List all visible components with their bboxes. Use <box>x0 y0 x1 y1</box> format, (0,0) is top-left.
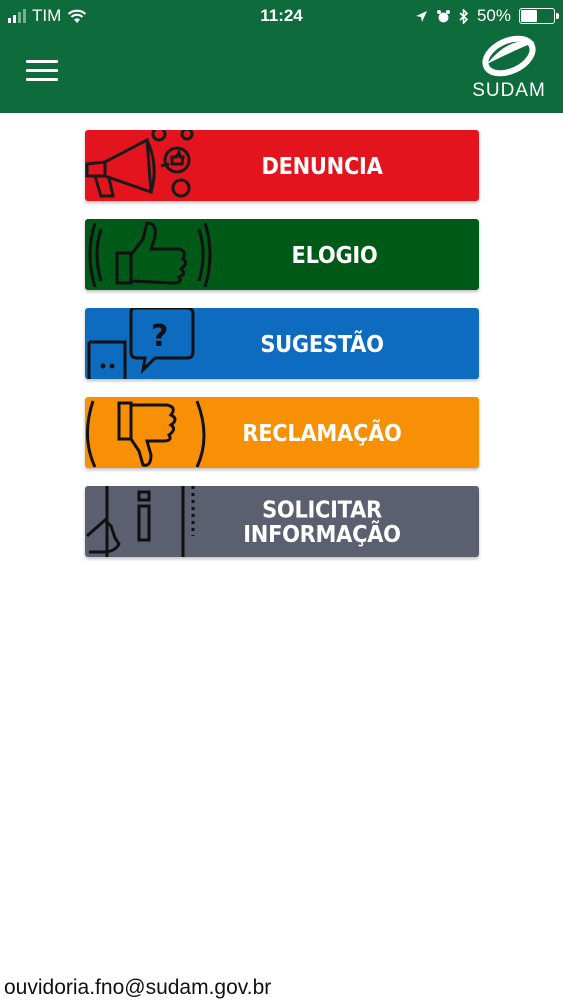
reclamacao-button[interactable]: RECLAMAÇÃO <box>85 397 479 468</box>
contact-email[interactable]: ouvidoria.fno@sudam.gov.br <box>4 976 271 1000</box>
solicitar-informacao-button[interactable]: SOLICITAR INFORMAÇÃO <box>85 486 479 557</box>
denuncia-label: DENUNCIA <box>261 152 383 179</box>
battery-percent: 50% <box>476 6 511 25</box>
hamburger-icon[interactable] <box>26 60 58 82</box>
sugestao-label: SUGESTÃO <box>260 330 384 357</box>
sudam-logo-icon <box>482 35 536 77</box>
elogio-button[interactable]: ELOGIO <box>85 219 479 290</box>
solicitar-informacao-label: SOLICITAR INFORMAÇÃO <box>165 486 479 557</box>
bluetooth-icon <box>459 8 469 24</box>
elogio-label: ELOGIO <box>291 241 378 268</box>
sudam-logo: SUDAM <box>463 34 555 104</box>
app-header: TIM 11:24 50% SUDAM <box>0 0 563 113</box>
denuncia-button[interactable]: DENUNCIA <box>85 130 479 201</box>
status-bar: TIM 11:24 50% <box>0 0 563 32</box>
main-menu: DENUNCIA ELOGIO ? SUGESTÃO RECLAMAÇÃO SO… <box>85 130 479 575</box>
reclamacao-label: RECLAMAÇÃO <box>242 419 402 446</box>
battery-icon <box>519 8 559 24</box>
sugestao-button[interactable]: ? SUGESTÃO <box>85 308 479 379</box>
status-bar-right: 50% <box>415 6 559 26</box>
solicitar-label-line2: INFORMAÇÃO <box>243 520 401 548</box>
alarm-icon <box>436 9 450 22</box>
solicitar-label-line1: SOLICITAR <box>262 495 382 523</box>
location-icon <box>415 10 427 22</box>
logo-text: SUDAM <box>472 80 546 101</box>
